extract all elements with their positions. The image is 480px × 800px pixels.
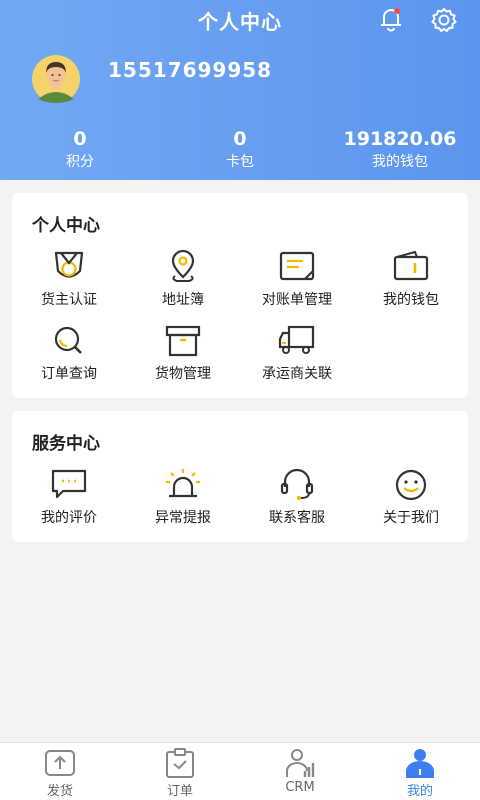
item-label: 我的评价 — [41, 510, 97, 526]
about-us-item[interactable]: 关于我们 — [354, 467, 468, 527]
item-label: 对账单管理 — [262, 292, 332, 308]
tab-label: CRM — [285, 780, 315, 795]
bottom-tab-bar: 发货 订单 CRM 我的 — [0, 742, 480, 800]
bell-icon[interactable] — [378, 6, 404, 32]
address-book-item[interactable]: 地址簿 — [126, 249, 240, 309]
chat-icon — [51, 469, 87, 499]
wallet-icon — [393, 250, 429, 281]
wallet-value: 191820.06 — [343, 128, 457, 150]
order-query-item[interactable]: 订单查询 — [12, 323, 126, 383]
tab-orders[interactable]: 订单 — [120, 747, 240, 799]
statement-item[interactable]: 对账单管理 — [240, 249, 354, 309]
avatar[interactable] — [26, 55, 86, 103]
clipboard-icon — [166, 748, 194, 778]
item-label: 地址簿 — [162, 292, 204, 308]
wallet-label: 我的钱包 — [372, 154, 428, 170]
search-icon — [54, 326, 82, 354]
points-label: 积分 — [66, 154, 94, 170]
my-review-item[interactable]: 我的评价 — [12, 467, 126, 527]
carrier-link-item[interactable]: 承运商关联 — [240, 323, 354, 383]
truck-icon — [278, 325, 315, 354]
item-label: 我的钱包 — [383, 292, 439, 308]
profile-header: 个人中心 15517699958 0 积分 0 卡包 191820.06 我的钱… — [0, 0, 480, 180]
card-pack-stat[interactable]: 0 卡包 — [200, 128, 280, 171]
service-center-card: 服务中心 我的评价 异常提报 联系客服 关于我们 — [12, 411, 468, 542]
headset-icon — [280, 468, 314, 501]
item-label: 订单查询 — [41, 366, 97, 382]
person-icon — [406, 749, 434, 778]
smile-icon — [395, 469, 427, 501]
tab-crm[interactable]: CRM — [240, 747, 360, 795]
box-icon — [165, 325, 201, 357]
statement-icon — [279, 251, 315, 281]
wallet-stat[interactable]: 191820.06 我的钱包 — [335, 128, 465, 171]
card-pack-label: 卡包 — [226, 154, 254, 170]
service-center-title: 服务中心 — [32, 434, 100, 454]
item-label: 异常提报 — [155, 510, 211, 526]
item-label: 关于我们 — [383, 510, 439, 526]
shipper-certify-icon — [54, 251, 84, 278]
item-label: 承运商关联 — [262, 366, 332, 382]
personal-center-card: 个人中心 货主认证 地址簿 对账单管理 我的钱包 订单查询 货物管理 承运商关联 — [12, 193, 468, 398]
upload-icon — [45, 750, 75, 776]
item-label: 货物管理 — [155, 366, 211, 382]
card-pack-value: 0 — [233, 128, 247, 150]
page-title: 个人中心 — [198, 10, 282, 34]
location-pin-icon — [171, 249, 195, 282]
crm-icon — [286, 749, 315, 777]
personal-center-title: 个人中心 — [32, 216, 100, 236]
contact-support-item[interactable]: 联系客服 — [240, 467, 354, 527]
wallet-item[interactable]: 我的钱包 — [354, 249, 468, 309]
alarm-icon — [166, 469, 200, 498]
tab-label: 发货 — [46, 784, 73, 799]
tab-label: 订单 — [166, 784, 193, 799]
points-stat[interactable]: 0 积分 — [40, 128, 120, 171]
item-label: 货主认证 — [41, 292, 97, 308]
goods-management-item[interactable]: 货物管理 — [126, 323, 240, 383]
user-phone: 15517699958 — [108, 58, 273, 82]
gear-icon[interactable] — [430, 6, 458, 34]
tab-ship[interactable]: 发货 — [0, 747, 120, 799]
tab-label: 我的 — [406, 784, 433, 799]
tab-mine[interactable]: 我的 — [360, 747, 480, 799]
shipper-certify-item[interactable]: 货主认证 — [12, 249, 126, 309]
item-label: 联系客服 — [269, 510, 325, 526]
points-value: 0 — [73, 128, 87, 150]
exception-report-item[interactable]: 异常提报 — [126, 467, 240, 527]
notification-dot — [394, 8, 400, 14]
